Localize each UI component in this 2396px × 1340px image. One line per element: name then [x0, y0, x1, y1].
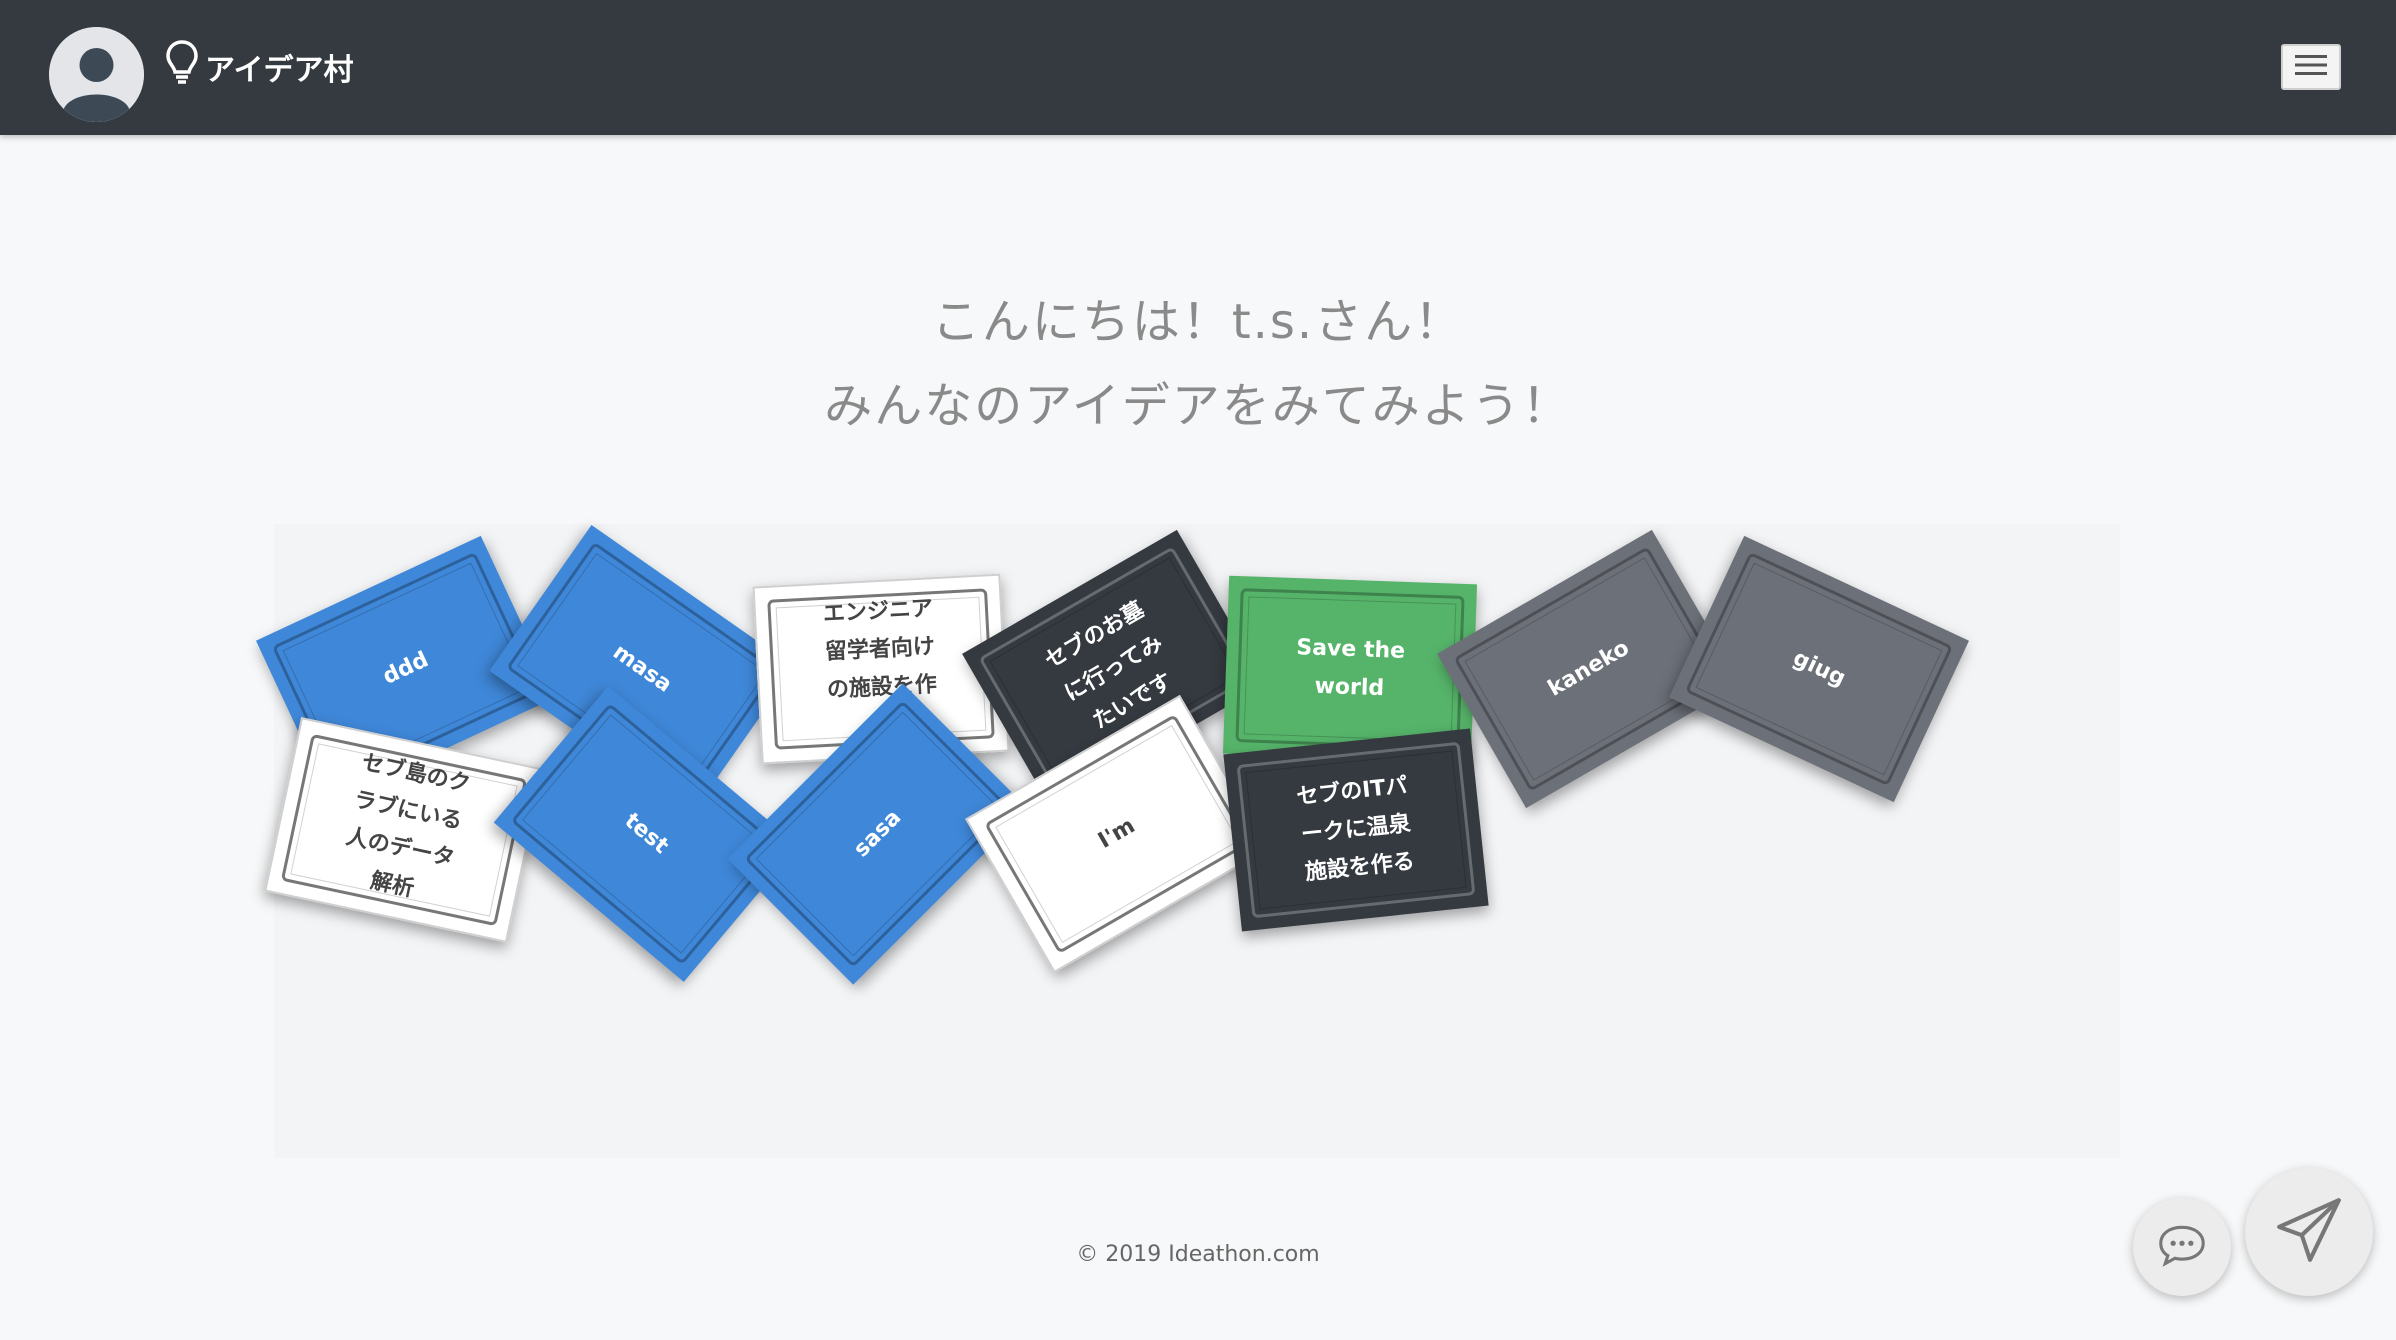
idea-card-label: セブ島のク ラブにいる 人のデータ 解析	[343, 750, 473, 903]
idea-card-label: I'm	[1094, 813, 1140, 854]
chat-bubble-icon	[2155, 1222, 2209, 1272]
greeting-line-2: みんなのアイデアをみてみよう！	[824, 378, 1572, 434]
post-idea-button[interactable]	[2245, 1168, 2373, 1296]
chat-button[interactable]	[2133, 1198, 2231, 1296]
idea-card-label: Save the world	[1295, 635, 1406, 702]
user-avatar-icon[interactable]	[49, 27, 144, 122]
brand-name: アイデア村	[205, 53, 354, 88]
idea-card-label: kaneko	[1543, 635, 1634, 702]
idea-card-label: セブのITパ ークに温泉 施設を作る	[1295, 773, 1416, 886]
idea-card-label: giug	[1789, 645, 1850, 692]
idea-card-label: test	[619, 808, 674, 859]
idea-card-label: sasa	[849, 805, 907, 863]
hamburger-menu-button[interactable]	[2281, 44, 2341, 90]
paper-plane-icon	[2273, 1194, 2345, 1270]
idea-card-label: ddd	[379, 647, 433, 690]
lightbulb-icon	[165, 39, 199, 95]
greeting-line-1: こんにちは！t.s.さん！	[931, 294, 1465, 350]
idea-card[interactable]: セブのITパ ークに温泉 施設を作る	[1223, 728, 1489, 932]
brand-link[interactable]: アイデア村	[165, 38, 354, 96]
hamburger-icon	[2292, 52, 2330, 82]
top-navbar: アイデア村	[0, 0, 2396, 135]
footer-copyright: © 2019 Ideathon.com	[1076, 1242, 1320, 1267]
greeting-text: こんにちは！t.s.さん！ みんなのアイデアをみてみよう！	[0, 280, 2396, 448]
